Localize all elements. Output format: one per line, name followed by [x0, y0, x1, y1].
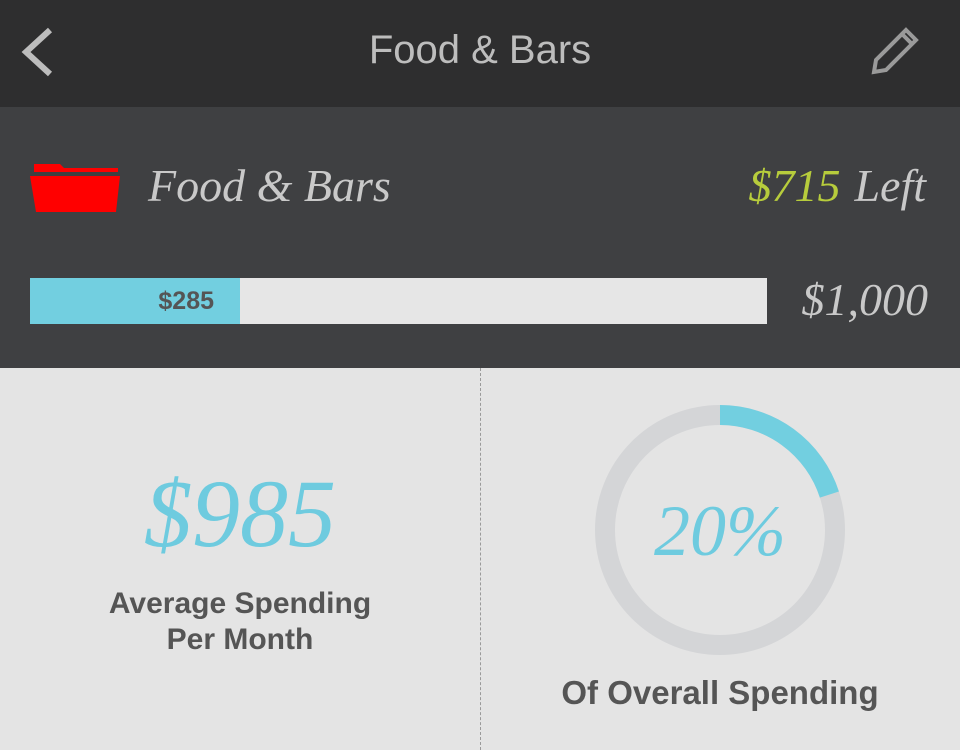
left-label: Left	[854, 160, 926, 211]
pencil-icon[interactable]	[868, 24, 922, 78]
budget-progress-bar: $285	[30, 278, 767, 324]
nav-bar: Food & Bars	[0, 0, 960, 107]
category-name: Food & Bars	[148, 160, 391, 211]
page-title: Food & Bars	[368, 28, 592, 72]
budget-progress-fill: $285	[30, 278, 241, 324]
spent-amount: $285	[158, 287, 215, 315]
label-line-1: Average Spending	[108, 587, 372, 620]
percent-value: 20%	[654, 491, 786, 571]
average-spending-value: $985	[144, 460, 336, 567]
folder-icon	[30, 164, 120, 212]
percent-caption: Of Overall Spending	[561, 674, 879, 711]
remaining-amount: $715 Left	[748, 159, 926, 212]
average-spending-label: Average Spending Per Month	[0, 586, 480, 658]
budget-summary: Food & Bars $715 Left $285 $1,000	[0, 107, 960, 368]
left-amount: $715	[748, 160, 841, 211]
budget-total: $1,000	[801, 274, 929, 325]
label-line-2: Per Month	[166, 623, 314, 656]
